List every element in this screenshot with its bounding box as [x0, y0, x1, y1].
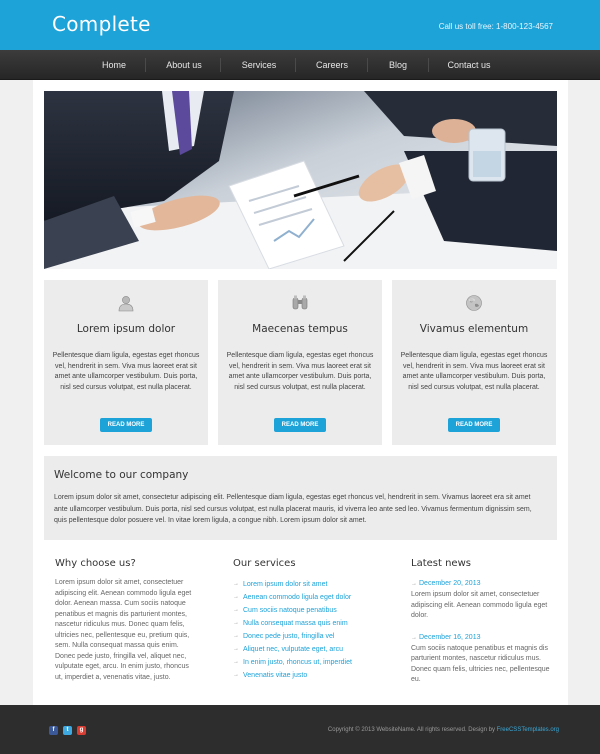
nav-blog[interactable]: Blog [381, 50, 415, 80]
news-text: Cum sociis natoque penatibus et magnis d… [411, 644, 550, 684]
feature-box: Lorem ipsum dolor Pellentesque diam ligu… [44, 280, 208, 445]
nav-careers[interactable]: Careers [310, 50, 354, 80]
welcome-section: Welcome to our company Lorem ipsum dolor… [44, 456, 557, 540]
nav-divider [428, 58, 429, 72]
arrow-right-icon: → [233, 672, 239, 678]
arrow-right-icon: → [233, 620, 239, 626]
arrow-right-icon: → [411, 634, 417, 641]
read-more-button[interactable]: READ MORE [274, 418, 326, 432]
why-section: Why choose us? Lorem ipsum dolor sit ame… [55, 558, 195, 683]
nav-about[interactable]: About us [160, 50, 208, 80]
service-link[interactable]: → Donec pede justo, fringilla vel [233, 630, 373, 643]
feature-title: Vivamus elementum [419, 323, 529, 335]
phone-number: Call us toll free: 1-800-123-4567 [438, 22, 553, 31]
nav-services[interactable]: Services [236, 50, 282, 80]
feature-title: Lorem ipsum dolor [76, 323, 176, 335]
site-logo[interactable]: Complete [52, 12, 151, 36]
news-title: Latest news [411, 558, 471, 569]
services-list: → Lorem ipsum dolor sit amet → Aenean comm… [233, 578, 373, 682]
globe-icon [392, 294, 556, 317]
why-title: Why choose us? [55, 558, 136, 569]
service-link[interactable]: → Nulla consequat massa quis enim [233, 617, 373, 630]
services-title: Our services [233, 558, 296, 569]
service-link[interactable]: → Venenatis vitae justo [233, 669, 373, 682]
feature-text: Pellentesque diam ligula, egestas eget r… [400, 352, 548, 391]
twitter-icon[interactable]: t [63, 726, 72, 735]
service-link[interactable]: → Lorem ipsum dolor sit amet [233, 578, 373, 591]
service-link[interactable]: → Aenean commodo ligula eget dolor [233, 591, 373, 604]
arrow-right-icon: → [233, 581, 239, 587]
service-link[interactable]: → In enim justo, rhoncus ut, imperdiet [233, 656, 373, 669]
arrow-right-icon: → [233, 594, 239, 600]
arrow-right-icon: → [233, 633, 239, 639]
arrow-right-icon: → [233, 659, 239, 665]
nav-contact[interactable]: Contact us [440, 50, 498, 80]
welcome-title: Welcome to our company [54, 469, 189, 481]
read-more-button[interactable]: READ MORE [448, 418, 500, 432]
feature-text: Pellentesque diam ligula, egestas eget r… [52, 352, 200, 391]
service-link[interactable]: → Aliquet nec, vulputate eget, arcu [233, 643, 373, 656]
arrow-right-icon: → [233, 607, 239, 613]
welcome-text: Lorem ipsum dolor sit amet, consectetur … [54, 494, 532, 524]
news-date-link[interactable]: → December 20, 2013 [411, 578, 551, 590]
arrow-right-icon: → [411, 581, 417, 587]
feature-box: Maecenas tempus Pellentesque diam ligula… [218, 280, 382, 445]
arrow-right-icon: → [233, 646, 239, 652]
feature-title: Maecenas tempus [252, 323, 348, 335]
why-text: Lorem ipsum dolor sit amet, consectetuer… [55, 579, 192, 681]
news-date-link[interactable]: → December 16, 2013 [411, 632, 551, 644]
nav-divider [145, 58, 146, 72]
read-more-button[interactable]: READ MORE [100, 418, 152, 432]
nav-divider [295, 58, 296, 72]
nav-divider [220, 58, 221, 72]
nav-home[interactable]: Home [96, 50, 132, 80]
main-nav: Home About us Services Careers Blog Cont… [0, 50, 600, 80]
news-text: Lorem ipsum dolor sit amet, consectetuer… [411, 591, 548, 619]
designer-link[interactable]: FreeCSSTemplates.org [497, 727, 559, 733]
footer: f t g Copyright © 2013 WebsiteName. All … [0, 705, 600, 754]
header-bar: Complete Call us toll free: 1-800-123-45… [0, 0, 600, 50]
facebook-icon[interactable]: f [49, 726, 58, 735]
news-section: Latest news → December 20, 2013 Lorem ips… [411, 558, 551, 696]
nav-divider [367, 58, 368, 72]
service-link[interactable]: → Cum sociis natoque penatibus [233, 604, 373, 617]
copyright-text: Copyright © 2013 WebsiteName. All rights… [327, 727, 559, 733]
binoculars-icon [218, 294, 382, 317]
feature-text: Pellentesque diam ligula, egestas eget r… [226, 352, 374, 391]
user-icon [44, 294, 208, 317]
hero-image [44, 91, 557, 269]
googleplus-icon[interactable]: g [77, 726, 86, 735]
services-section: Our services → Lorem ipsum dolor sit amet… [233, 558, 373, 682]
feature-box: Vivamus elementum Pellentesque diam ligu… [392, 280, 556, 445]
